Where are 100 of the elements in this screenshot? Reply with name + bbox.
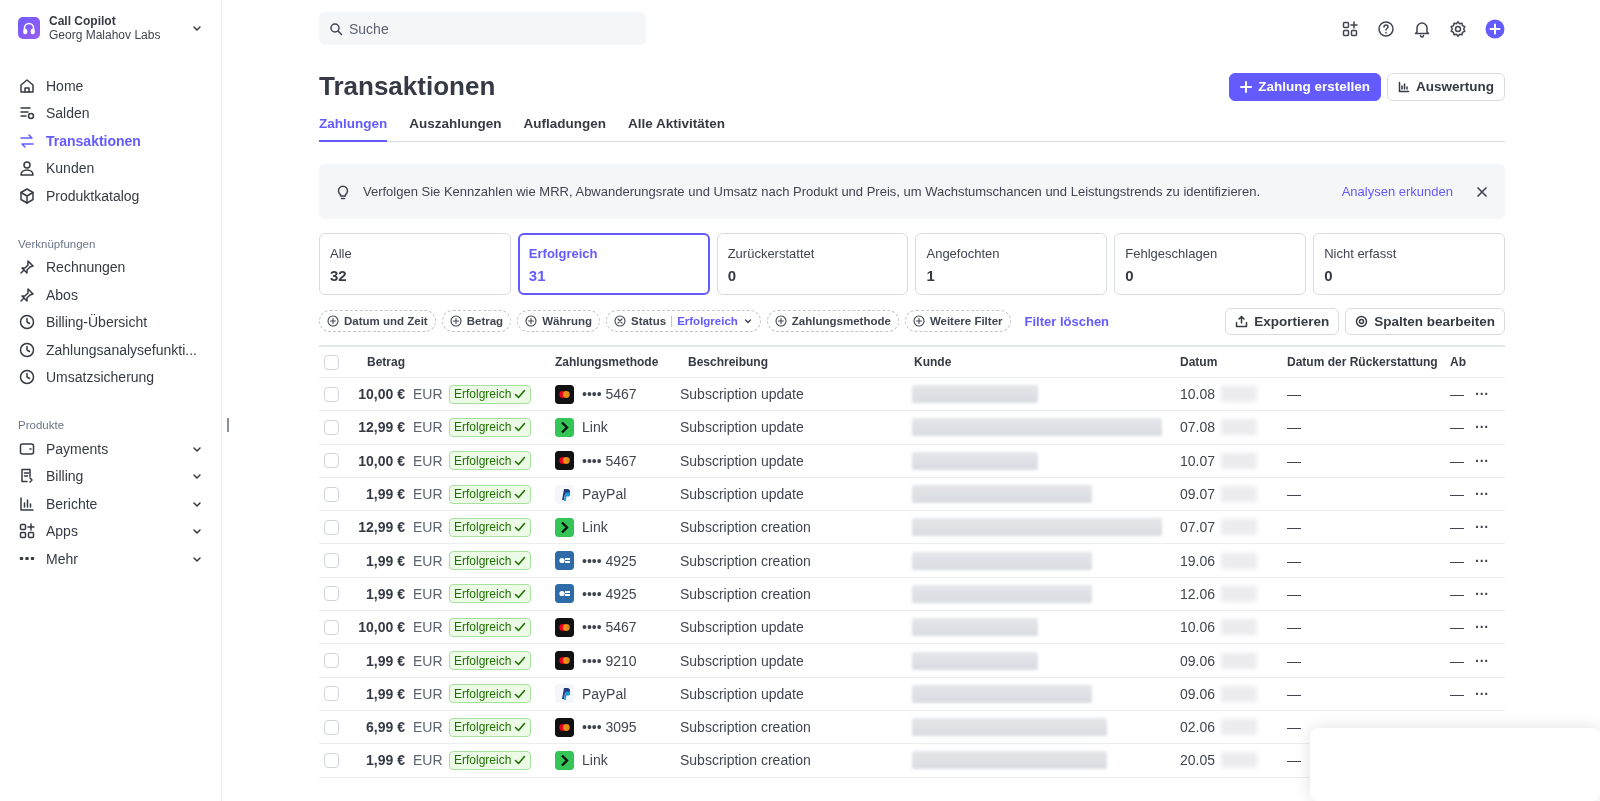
more-menu[interactable]: ··· xyxy=(1475,552,1505,569)
more-menu[interactable]: ··· xyxy=(1475,419,1505,436)
filter-chip[interactable]: Betrag xyxy=(441,310,512,332)
help-icon[interactable] xyxy=(1377,19,1395,38)
row-checkbox[interactable] xyxy=(324,453,339,469)
filter-chip[interactable]: Währung xyxy=(517,310,600,332)
plus-circle-icon xyxy=(912,315,925,327)
sidebar-item[interactable]: Umsatzsicherung xyxy=(18,363,203,391)
status-card[interactable]: Alle 32 xyxy=(319,233,511,295)
row-checkbox[interactable] xyxy=(324,619,339,635)
row-checkbox[interactable] xyxy=(324,486,339,502)
sidebar-item[interactable]: Abos xyxy=(18,281,203,309)
row-checkbox[interactable] xyxy=(324,686,339,702)
status-card[interactable]: Zurückerstattet 0 xyxy=(716,233,909,295)
filter-chip[interactable]: Datum und Zeit xyxy=(319,310,436,332)
sidebar-item[interactable]: Zahlungsanalysefunkti... xyxy=(18,336,203,364)
card-label: Fehlgeschlagen xyxy=(1125,246,1219,261)
person-icon xyxy=(18,159,36,178)
sidebar-item[interactable]: Berichte xyxy=(18,490,203,518)
payment-method: PayPal xyxy=(582,486,627,503)
date-cell: 12.06 xyxy=(1180,585,1216,602)
currency-cell-text: EUR xyxy=(412,519,444,536)
status-card[interactable]: Erfolgreich 31 xyxy=(517,233,710,295)
status-badge: Erfolgreich xyxy=(449,484,532,504)
settings-icon[interactable] xyxy=(1449,19,1467,38)
currency-cell-text: EUR xyxy=(412,585,444,602)
status-card[interactable]: Fehlgeschlagen 0 xyxy=(1114,233,1307,295)
box-icon xyxy=(18,186,36,205)
sidebar-item[interactable]: Kunden xyxy=(18,154,203,182)
check-icon xyxy=(514,388,527,401)
row-checkbox[interactable] xyxy=(324,586,339,602)
more-menu[interactable]: ··· xyxy=(1475,452,1505,469)
sidebar-item[interactable]: Payments xyxy=(18,435,203,463)
more-menu[interactable]: ··· xyxy=(1475,519,1505,536)
description-cell-text: Subscription creation xyxy=(680,752,812,769)
select-all-checkbox[interactable] xyxy=(324,354,339,370)
filter-chip[interactable]: Status Erfolgreich xyxy=(605,310,761,332)
plus-circle-icon xyxy=(327,315,339,327)
more-menu[interactable]: ··· xyxy=(1475,619,1505,636)
table-cell-text: — xyxy=(1450,486,1465,503)
more-menu[interactable]: ··· xyxy=(1475,386,1505,403)
status-badge: Erfolgreich xyxy=(449,717,532,737)
analytics-link[interactable]: Analysen erkunden xyxy=(1341,184,1453,199)
apps-icon xyxy=(18,522,36,541)
edit-columns-button[interactable]: Spalten bearbeiten xyxy=(1345,307,1505,335)
row-checkbox[interactable] xyxy=(324,386,339,402)
sidebar-item[interactable]: Transaktionen xyxy=(18,127,203,155)
resize-handle[interactable] xyxy=(227,418,229,432)
row-checkbox[interactable] xyxy=(324,553,339,569)
row-checkbox[interactable] xyxy=(324,519,339,535)
tab[interactable]: Zahlungen xyxy=(319,110,388,142)
status-card[interactable]: Nicht erfasst 0 xyxy=(1313,233,1505,295)
card-label: Erfolgreich xyxy=(528,246,599,261)
tab[interactable]: Aufladungen xyxy=(523,110,606,142)
row-checkbox[interactable] xyxy=(324,419,339,435)
sidebar-item[interactable]: Salden xyxy=(18,99,203,127)
tab[interactable]: Alle Aktivitäten xyxy=(628,110,726,142)
row-checkbox[interactable] xyxy=(324,653,339,668)
bell-icon[interactable] xyxy=(1413,19,1431,38)
status-badge: Erfolgreich xyxy=(449,417,532,437)
chevron-down-icon xyxy=(742,316,753,326)
search-field[interactable]: Suche xyxy=(319,12,646,45)
currency-cell-text: EUR xyxy=(412,452,444,469)
more-menu[interactable]: ··· xyxy=(1475,486,1505,503)
close-icon[interactable] xyxy=(1475,184,1489,199)
status-card[interactable]: Angefochten 1 xyxy=(915,233,1108,295)
card-icon xyxy=(555,584,574,604)
add-icon[interactable] xyxy=(1485,18,1505,39)
description-cell-text: Subscription update xyxy=(680,386,805,403)
row-checkbox[interactable] xyxy=(324,752,339,768)
sidebar-item[interactable]: Rechnungen xyxy=(18,253,203,281)
clock-icon xyxy=(18,368,36,387)
create-button[interactable]: Zahlung erstellen xyxy=(1229,72,1381,101)
more-menu[interactable]: ··· xyxy=(1475,585,1505,602)
sidebar-item[interactable]: Mehr xyxy=(18,545,203,573)
sidebar-item[interactable]: Billing xyxy=(18,462,203,490)
row-checkbox[interactable] xyxy=(324,719,339,735)
check-icon xyxy=(514,687,527,700)
payment-method: •••• 5467 xyxy=(582,619,637,636)
export-button[interactable]: Exportieren xyxy=(1225,307,1340,335)
more-menu[interactable]: ··· xyxy=(1475,652,1505,669)
status-badge: Erfolgreich xyxy=(449,451,532,471)
check-icon xyxy=(514,621,527,634)
card-count: 0 xyxy=(1324,267,1334,284)
filter-chip[interactable]: Weitere Filter xyxy=(904,310,1011,332)
clear-filters-link[interactable]: Filter löschen xyxy=(1024,313,1110,329)
apps-add-icon[interactable] xyxy=(1341,19,1359,38)
link-icon xyxy=(555,750,574,770)
report-button[interactable]: Auswertung xyxy=(1387,72,1505,101)
amount-cell-text: 6,99 € xyxy=(365,719,405,736)
description-cell-text: Subscription update xyxy=(680,486,805,503)
sidebar-item[interactable]: Produktkatalog xyxy=(18,182,203,210)
payment-method: PayPal xyxy=(582,685,627,702)
more-menu[interactable]: ··· xyxy=(1475,685,1505,702)
refund-date-cell-text: — xyxy=(1287,552,1302,569)
sidebar-item[interactable]: Apps xyxy=(18,517,203,545)
tab[interactable]: Auszahlungen xyxy=(409,110,502,142)
filter-chip[interactable]: Zahlungsmethode xyxy=(766,310,899,332)
sidebar-item[interactable]: Home xyxy=(18,72,203,100)
sidebar-item[interactable]: Billing-Übersicht xyxy=(18,308,203,336)
